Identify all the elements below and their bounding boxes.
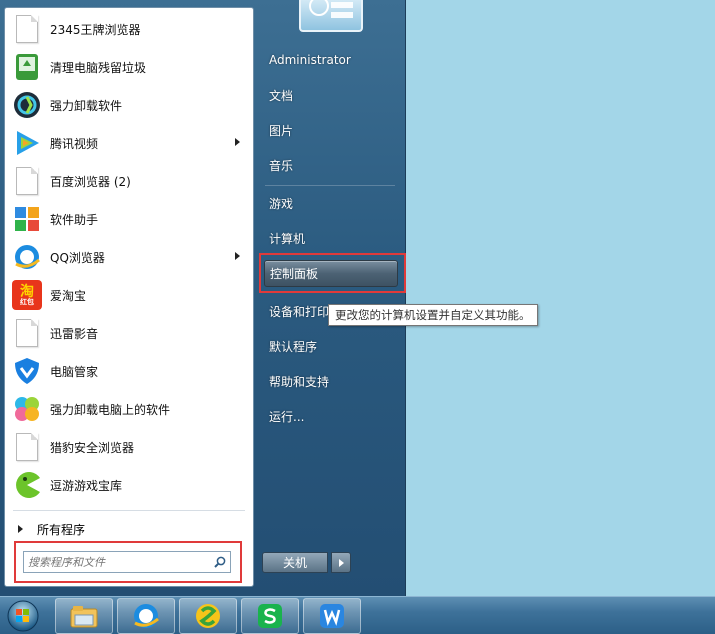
default-programs-link[interactable]: 默认程序 <box>263 333 398 359</box>
games-link[interactable]: 游戏 <box>263 190 398 216</box>
blank-file-icon <box>11 431 43 463</box>
program-item[interactable]: 淘红包 爱淘宝 <box>8 277 250 313</box>
program-label: 百度浏览器 (2) <box>50 174 131 189</box>
program-item[interactable]: 强力卸载电脑上的软件 <box>8 391 250 427</box>
program-item[interactable]: 软件助手 <box>8 201 250 237</box>
blank-file-icon <box>11 13 43 45</box>
program-label: 猎豹安全浏览器 <box>50 440 135 455</box>
writer-w-icon <box>320 604 344 628</box>
program-item[interactable]: 强力卸载软件 <box>8 87 250 123</box>
program-item[interactable]: 清理电脑残留垃圾 <box>8 49 250 85</box>
user-name-link[interactable]: Administrator <box>263 47 398 73</box>
program-label: 软件助手 <box>50 212 99 227</box>
program-label: 电脑管家 <box>50 364 99 379</box>
user-picture[interactable] <box>299 0 363 32</box>
app-helper-icon <box>11 203 43 235</box>
windows-orb-icon <box>7 600 39 632</box>
taobao-badge-text: 淘 <box>20 283 34 300</box>
user-picture-icon <box>309 0 353 18</box>
program-label: 强力卸载软件 <box>50 98 123 113</box>
all-programs-label: 所有程序 <box>37 522 86 537</box>
documents-link[interactable]: 文档 <box>263 82 398 108</box>
taskbar-file-explorer[interactable] <box>55 598 113 634</box>
music-link[interactable]: 音乐 <box>263 152 398 178</box>
taobao-badge-sub: 红包 <box>20 297 34 306</box>
sogou-browser-icon <box>196 604 220 628</box>
taskbar-sogou-browser[interactable] <box>179 598 237 634</box>
blank-file-icon <box>11 317 43 349</box>
programs-separator <box>13 510 245 511</box>
submenu-arrow-icon[interactable] <box>235 138 240 146</box>
program-label: 清理电脑残留垃圾 <box>50 60 147 75</box>
all-programs-button[interactable]: 所有程序 <box>8 516 250 542</box>
shutdown-button[interactable]: 关机 <box>262 552 328 573</box>
pc-manager-shield-icon <box>11 355 43 387</box>
submenu-arrow-icon[interactable] <box>235 252 240 260</box>
control-panel-link[interactable]: 控制面板 <box>264 260 398 287</box>
program-item[interactable]: 迅雷影音 <box>8 315 250 351</box>
taskbar-writer[interactable] <box>303 598 361 634</box>
program-item[interactable]: 猎豹安全浏览器 <box>8 429 250 465</box>
program-label: 逗游游戏宝库 <box>50 478 123 493</box>
program-label: 腾讯视频 <box>50 136 99 151</box>
computer-link[interactable]: 计算机 <box>263 225 398 251</box>
chevron-right-icon <box>338 558 344 567</box>
program-item[interactable]: 2345王牌浏览器 <box>8 11 250 47</box>
sheets-s-icon <box>258 604 282 628</box>
right-separator <box>265 185 395 186</box>
search-highlight-box <box>14 541 242 583</box>
program-label: QQ浏览器 <box>50 250 105 265</box>
shutdown-options-button[interactable] <box>331 552 351 573</box>
program-label: 2345王牌浏览器 <box>50 22 141 37</box>
help-support-link[interactable]: 帮助和支持 <box>263 368 398 394</box>
blank-file-icon <box>11 165 43 197</box>
qq-browser-icon <box>134 604 159 628</box>
program-label: 迅雷影音 <box>50 326 99 341</box>
expand-arrow-icon <box>18 525 23 533</box>
game-pacman-icon <box>11 469 43 501</box>
program-item[interactable]: QQ浏览器 <box>8 239 250 275</box>
program-label: 强力卸载电脑上的软件 <box>50 402 171 417</box>
start-menu: 2345王牌浏览器 清理电脑残留垃圾 强力卸载软件 腾讯视频百度浏览器 (2) 软件助手… <box>0 0 406 596</box>
search-input[interactable] <box>23 551 231 573</box>
recycle-bin-icon <box>11 51 43 83</box>
start-button[interactable] <box>3 598 43 634</box>
programs-pane: 2345王牌浏览器 清理电脑残留垃圾 强力卸载软件 腾讯视频百度浏览器 (2) 软件助手… <box>4 7 254 587</box>
pinwheel-icon <box>11 393 43 425</box>
uninstaller-icon <box>11 89 43 121</box>
program-item[interactable]: 百度浏览器 (2) <box>8 163 250 199</box>
program-item[interactable]: 逗游游戏宝库 <box>8 467 250 503</box>
taskbar-qq-browser[interactable] <box>117 598 175 634</box>
search-icon[interactable] <box>214 556 226 568</box>
taobao-icon: 淘红包 <box>11 279 43 311</box>
taskbar <box>0 596 715 634</box>
tencent-video-icon <box>11 127 43 159</box>
file-explorer-icon <box>70 606 98 628</box>
control-panel-tooltip: 更改您的计算机设置并自定义其功能。 <box>328 304 538 326</box>
program-item[interactable]: 腾讯视频 <box>8 125 250 161</box>
pictures-link[interactable]: 图片 <box>263 117 398 143</box>
program-label: 爱淘宝 <box>50 288 87 303</box>
run-link[interactable]: 运行... <box>263 403 398 429</box>
qq-browser-icon <box>11 241 43 273</box>
program-item[interactable]: 电脑管家 <box>8 353 250 389</box>
taskbar-sheets[interactable] <box>241 598 299 634</box>
